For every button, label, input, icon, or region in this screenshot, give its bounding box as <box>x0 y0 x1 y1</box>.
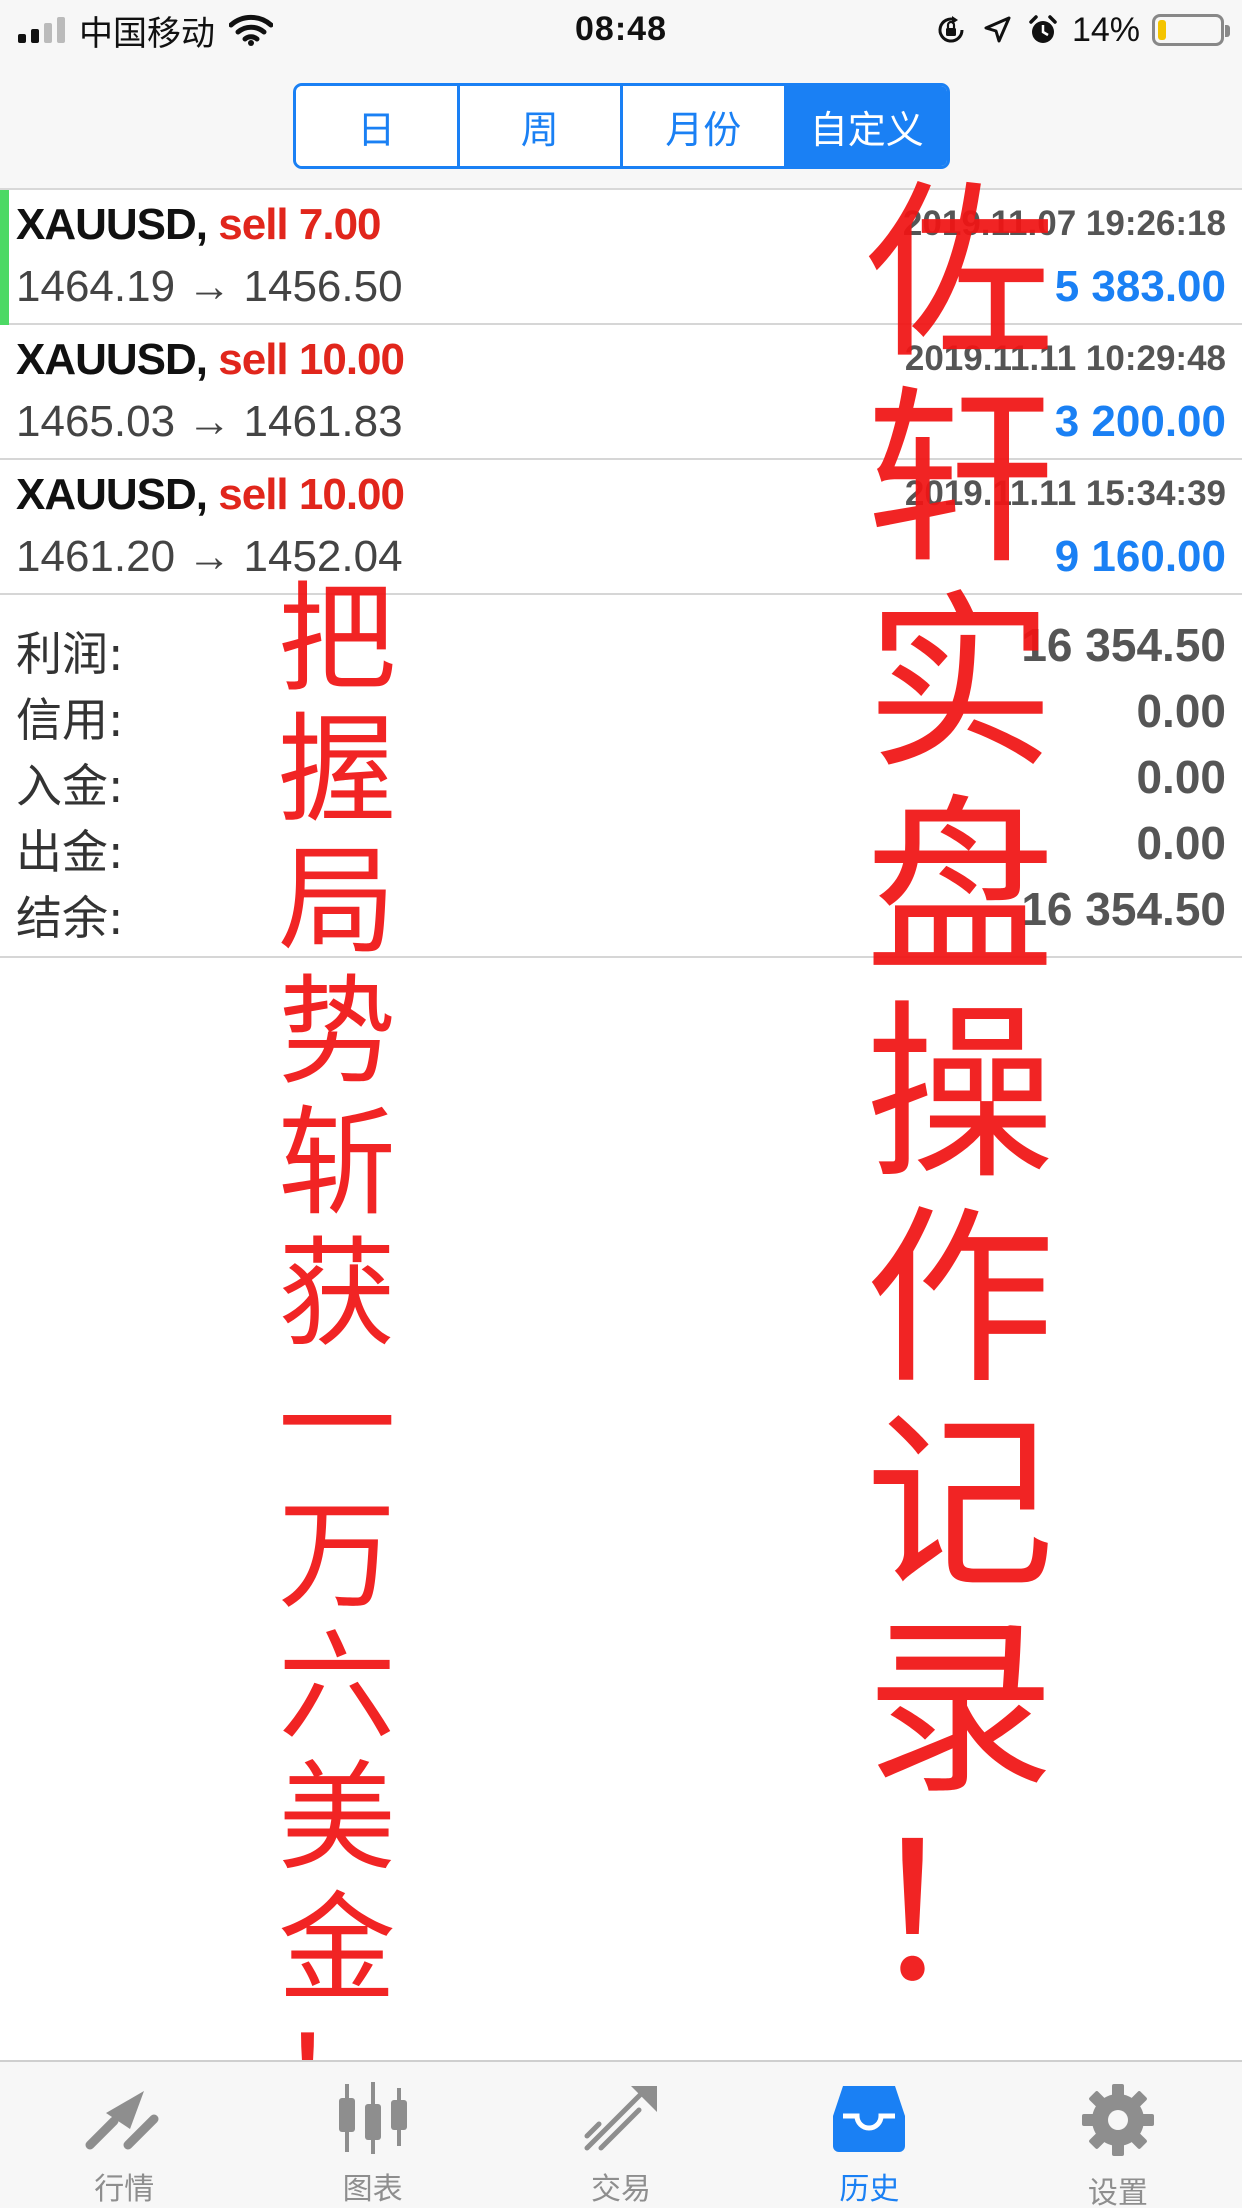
tab-history[interactable]: 历史 <box>745 2062 993 2208</box>
battery-percent: 14% <box>1071 10 1140 49</box>
tab-settings[interactable]: 设置 <box>994 2062 1242 2208</box>
status-bar: 中国移动 08:48 14% <box>0 0 1242 62</box>
overlay-char: 万 <box>277 1487 396 1625</box>
overlay-char: 势 <box>277 963 396 1101</box>
overlay-char: 记 <box>864 1394 1055 1615</box>
deal-profit: 5 383.00 <box>1054 262 1226 311</box>
deal-symbol: XAUUSD, sell 7.00 <box>16 200 382 250</box>
tab-chart[interactable]: 图表 <box>248 2062 496 2208</box>
summary-label: 结余: <box>16 891 124 945</box>
deal-side: sell 7.00 <box>218 200 381 249</box>
deal-datetime: 2019.11.11 15:34:39 <box>904 474 1226 513</box>
period-tab-week[interactable]: 周 <box>459 86 623 166</box>
deal-row[interactable]: XAUUSD, sell 10.00 1465.03 → 1461.83 201… <box>0 325 1242 460</box>
deal-profit: 3 200.00 <box>1054 397 1226 446</box>
summary-credit: 信用: 0.00 <box>0 678 1242 747</box>
overlay-char: 获 <box>277 1225 396 1363</box>
alarm-icon <box>1026 13 1060 47</box>
selected-marker <box>0 190 9 325</box>
summary-label: 入金: <box>16 759 124 813</box>
chart-icon <box>331 2080 415 2156</box>
summary-value: 16 354.50 <box>1021 883 1226 935</box>
overlay-char: 六 <box>277 1618 396 1756</box>
overlay-char: 一 <box>277 1356 396 1494</box>
quotes-icon <box>82 2080 166 2156</box>
overlay-char: 操 <box>864 984 1055 1205</box>
deal-prices: 1461.20 → 1452.04 <box>16 532 403 581</box>
summary-balance: 结余: 16 354.50 <box>0 876 1242 945</box>
deal-row[interactable]: XAUUSD, sell 10.00 1461.20 → 1452.04 201… <box>0 460 1242 595</box>
deal-datetime: 2019.11.11 10:29:48 <box>904 339 1226 378</box>
deal-prices: 1464.19 → 1456.50 <box>16 262 403 311</box>
overlay-char: 录 <box>864 1599 1055 1820</box>
summary-label: 利润: <box>16 627 124 681</box>
settings-icon <box>1076 2080 1160 2160</box>
summary-value: 16 354.50 <box>1021 619 1226 671</box>
location-icon <box>980 13 1014 47</box>
tab-label: 历史 <box>839 2172 900 2207</box>
tab-bar: 行情 图表 交易 历史 设置 <box>0 2060 1242 2208</box>
tab-label: 行情 <box>94 2172 155 2207</box>
rotation-lock-icon <box>934 13 968 47</box>
summary-value: 0.00 <box>1136 817 1226 869</box>
summary-label: 出金: <box>16 825 124 879</box>
overlay-char: 金 <box>277 1880 396 2018</box>
deal-list: XAUUSD, sell 7.00 1464.19 → 1456.50 2019… <box>0 190 1242 595</box>
summary-profit: 利润: 16 354.50 <box>0 612 1242 681</box>
deal-symbol: XAUUSD, sell 10.00 <box>16 335 405 385</box>
overlay-char: 美 <box>277 1749 396 1887</box>
tab-trade[interactable]: 交易 <box>497 2062 745 2208</box>
battery-icon <box>1152 14 1230 46</box>
symbol-text: XAUUSD, <box>16 470 208 519</box>
deal-prices: 1465.03 → 1461.83 <box>16 397 403 446</box>
overlay-char: 斩 <box>277 1094 396 1232</box>
tab-label: 交易 <box>591 2172 652 2207</box>
summary-value: 0.00 <box>1136 751 1226 803</box>
status-right: 14% <box>934 10 1230 50</box>
tab-label: 设置 <box>1087 2176 1148 2208</box>
deal-symbol: XAUUSD, sell 10.00 <box>16 470 405 520</box>
period-segmented-control: 日 周 月份 自定义 <box>293 83 950 169</box>
tab-quotes[interactable]: 行情 <box>0 2062 248 2208</box>
summary-withdrawal: 出金: 0.00 <box>0 810 1242 879</box>
deal-side: sell 10.00 <box>218 470 405 519</box>
deal-datetime: 2019.11.07 19:26:18 <box>902 204 1226 243</box>
tab-label: 图表 <box>342 2172 403 2207</box>
trade-icon <box>579 2080 663 2156</box>
period-bar: 日 周 月份 自定义 <box>0 62 1242 190</box>
period-tab-custom[interactable]: 自定义 <box>786 86 947 166</box>
deal-row[interactable]: XAUUSD, sell 7.00 1464.19 → 1456.50 2019… <box>0 190 1242 325</box>
overlay-char: ！ <box>864 1804 1055 2025</box>
symbol-text: XAUUSD, <box>16 335 208 384</box>
summary-block: 利润: 16 354.50 信用: 0.00 入金: 0.00 出金: 0.00… <box>0 600 1242 958</box>
summary-deposit: 入金: 0.00 <box>0 744 1242 813</box>
period-tab-month[interactable]: 月份 <box>623 86 787 166</box>
deal-side: sell 10.00 <box>218 335 405 384</box>
deal-profit: 9 160.00 <box>1054 532 1226 581</box>
summary-label: 信用: <box>16 693 124 747</box>
summary-value: 0.00 <box>1136 685 1226 737</box>
symbol-text: XAUUSD, <box>16 200 208 249</box>
history-icon <box>827 2080 911 2156</box>
period-tab-day[interactable]: 日 <box>296 86 460 166</box>
overlay-char: 作 <box>864 1189 1055 1410</box>
